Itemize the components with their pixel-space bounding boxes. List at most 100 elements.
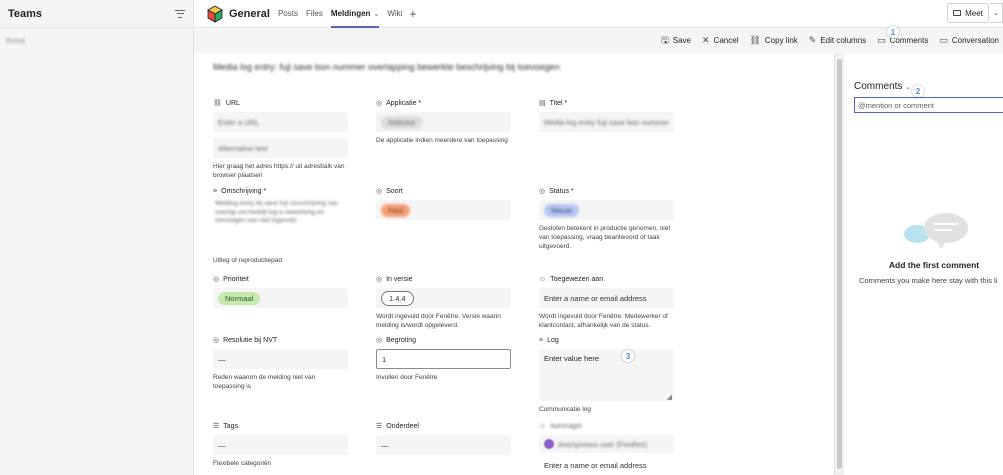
meet-dropdown-icon[interactable]: ⌄	[990, 3, 1003, 23]
item-form: Media log entry: fuji save bon nummer ov…	[194, 53, 835, 475]
person-placeholder: Enter a name or email address	[544, 460, 647, 470]
check-circle-icon: ◎	[376, 276, 383, 283]
list-icon: ☰	[213, 423, 220, 430]
field-in-versie: ◎ In versie 1.4.4 Wordt ingevuld door Fen…	[376, 274, 511, 330]
tags-select[interactable]: —	[213, 435, 348, 455]
omschrijving-value[interactable]: Melding entry bij save fuji omschrijving…	[213, 200, 348, 252]
step-badge-1: 1	[887, 26, 899, 38]
omschrijving-label: Omschrijving *	[221, 187, 267, 195]
applicatie-select[interactable]: Selector	[376, 112, 511, 132]
toegewezen-input[interactable]: Enter a name or email address	[539, 288, 674, 308]
text-icon: ▤	[539, 100, 546, 107]
comments-button[interactable]: ▭ Comments	[877, 35, 928, 46]
conversation-button[interactable]: ▭ Conversation	[939, 35, 999, 46]
add-tab-icon[interactable]: +	[409, 7, 416, 21]
onderdeel-select[interactable]: —	[376, 435, 511, 455]
channel-name: General	[229, 7, 270, 20]
pencil-icon: ✎	[808, 35, 817, 45]
meet-label: Meet	[965, 8, 983, 18]
tab-meldingen[interactable]: Meldingen ⌄	[330, 0, 380, 28]
tab-files[interactable]: Files	[306, 0, 323, 28]
resolutie-select[interactable]: —	[213, 349, 348, 369]
begroting-description: Invullen door Fenêtre	[376, 374, 438, 381]
comments-panel: Comments ⌄ @mention or comment Add the f…	[844, 53, 1003, 475]
person-label: Aanvrager	[550, 422, 583, 430]
titel-value: Media log entry fuji save bon nummer	[544, 117, 670, 127]
tags-label: Tags	[223, 422, 239, 430]
url-label: URL	[225, 99, 240, 107]
status-select[interactable]: Nieuw	[539, 200, 674, 220]
chevron-down-icon[interactable]: ⌄	[905, 84, 911, 91]
tab-posts[interactable]: Posts	[278, 0, 298, 28]
comment-placeholder: @mention or comment	[858, 100, 934, 110]
begroting-input[interactable]: 1	[376, 349, 511, 369]
log-placeholder: Enter value here	[544, 354, 600, 363]
form-scrollbar[interactable]	[835, 53, 844, 475]
field-toegewezen: ☺ Toegewezen aan Enter a name or email ad…	[539, 274, 674, 330]
check-circle-icon: ◎	[213, 276, 220, 283]
step-badge-3: 3	[622, 350, 634, 362]
meet-button[interactable]: Meet	[947, 3, 989, 23]
sidebar-header: Teams	[0, 0, 193, 28]
field-onderdeel: ☰ Onderdeel —	[376, 421, 511, 455]
begroting-label: Begroting	[386, 336, 417, 344]
url-value: Enter a URL	[218, 117, 260, 127]
camera-icon	[953, 10, 962, 16]
titel-input[interactable]: Media log entry fuji save bon nummer	[539, 112, 674, 132]
person-name: Anonymous user (Fenêtre)	[558, 439, 648, 449]
person-icon: ☺	[539, 422, 547, 430]
form-title: Media log entry: fuji save bon nummer ov…	[213, 62, 560, 72]
url-alt-input[interactable]: Alternative text	[213, 138, 348, 158]
tags-value: —	[218, 440, 226, 450]
conversation-label: Conversation	[951, 36, 999, 45]
person-input[interactable]: Enter a name or email address	[539, 455, 674, 475]
field-person: ☺ Aanvrager Anonymous user (Fenêtre) Ente…	[539, 421, 674, 475]
url-input[interactable]: Enter a URL	[213, 112, 348, 132]
onderdeel-value: —	[381, 440, 389, 450]
chevron-down-icon[interactable]: ⌄	[373, 10, 379, 18]
status-description: Gesloten betekent in productie genomen, …	[539, 225, 671, 250]
resize-handle-icon[interactable]: ◢	[667, 393, 672, 401]
field-log: ≡ Log Enter value here ◢ Communicatie log	[539, 335, 674, 414]
url-alt-value: Alternative text	[218, 143, 268, 153]
field-prioriteit: ◎ Prioriteit Normaal	[213, 274, 348, 308]
soort-value: Fout	[381, 203, 411, 217]
in-versie-label: In versie	[386, 275, 413, 283]
command-bar: 🖫 Save ✕ Cancel ⛓ Copy link ✎ Edit columns ▭…	[194, 28, 1003, 53]
lines-icon: ≡	[539, 336, 544, 344]
field-applicatie: ◎ Applicatie * Selector De applicatie ind…	[376, 98, 511, 145]
save-button[interactable]: 🖫 Save	[661, 33, 691, 49]
check-circle-icon: ◎	[539, 188, 546, 195]
edit-columns-button[interactable]: ✎ Edit columns	[809, 35, 866, 46]
lines-icon: ≡	[213, 187, 218, 195]
link-icon: ⛓	[213, 100, 222, 107]
tab-wiki[interactable]: Wiki	[387, 0, 402, 28]
onderdeel-label: Onderdeel	[386, 422, 419, 430]
field-resolutie: ◎ Resolutie bij NVT — Reden waarom de mel…	[213, 335, 348, 391]
prioriteit-select[interactable]: Normaal	[213, 288, 348, 308]
resolutie-value: —	[218, 354, 226, 364]
comment-input[interactable]: @mention or comment	[854, 97, 1003, 113]
sidebar-team-item[interactable]: Rvsnjl	[6, 38, 25, 45]
avatar	[544, 439, 554, 449]
cancel-button[interactable]: ✕ Cancel	[702, 35, 738, 46]
empty-comments-title: Add the first comment	[888, 260, 980, 270]
in-versie-description: Wordt ingevuld door Fenêtre. Versie waar…	[376, 313, 501, 329]
person-icon: ☺	[539, 275, 547, 283]
conversation-icon: ▭	[939, 35, 948, 45]
log-textarea[interactable]: Enter value here ◢	[539, 349, 674, 401]
person-chip[interactable]: Anonymous user (Fenêtre)	[539, 435, 674, 453]
soort-select[interactable]: Fout	[376, 200, 511, 220]
filter-icon[interactable]	[175, 9, 185, 18]
url-description: Hier graag het adres https:// uit adresb…	[213, 163, 345, 179]
list-icon: ☰	[376, 423, 383, 430]
save-icon: 🖫	[661, 34, 669, 45]
in-versie-select[interactable]: 1.4.4	[376, 288, 511, 308]
toegewezen-label: Toegewezen aan	[550, 275, 604, 283]
applicatie-label: Applicatie *	[386, 99, 422, 107]
toegewezen-description: Wordt ingevuld door Fenêtre. Medewerker …	[539, 313, 668, 329]
scrollbar-thumb[interactable]	[837, 59, 842, 469]
copy-link-button[interactable]: ⛓ Copy link	[749, 35, 797, 46]
cancel-label: Cancel	[713, 36, 739, 45]
comments-title[interactable]: Comments ⌄	[854, 81, 911, 92]
